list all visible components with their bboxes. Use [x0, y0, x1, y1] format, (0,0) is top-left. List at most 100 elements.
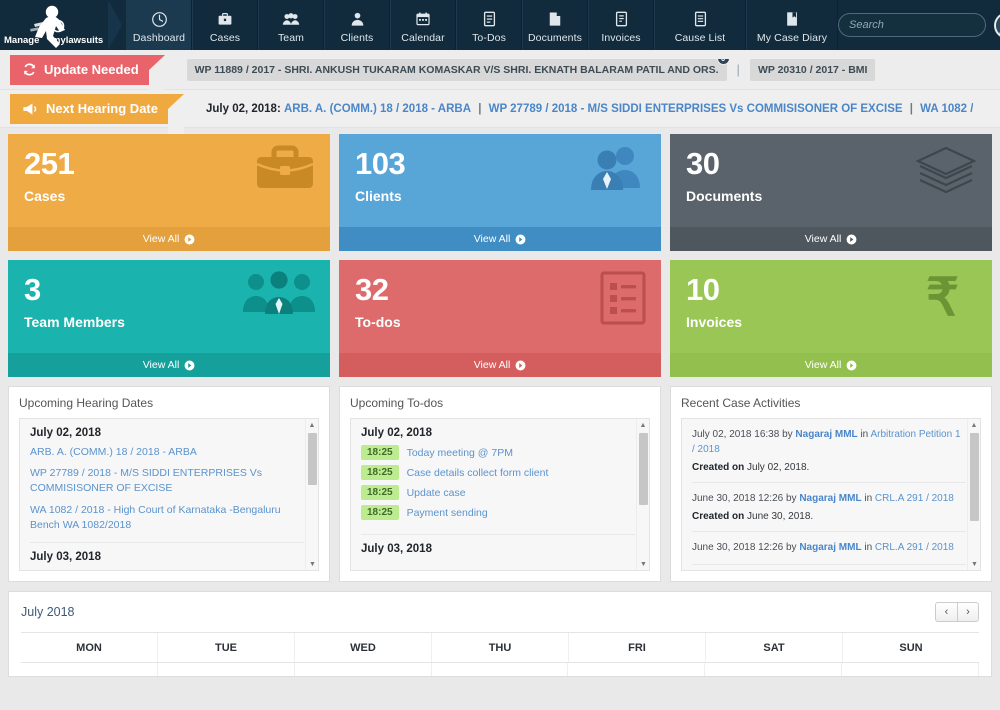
activity-by-label: by	[785, 493, 797, 504]
activity-user[interactable]: Nagaraj MML	[799, 542, 861, 553]
case-chip[interactable]: WP 20310 / 2017 - BMI	[749, 58, 876, 81]
calendar-cell[interactable]	[295, 663, 432, 676]
scrollbar-thumb[interactable]	[970, 433, 979, 521]
stat-card-view-all[interactable]: View All	[339, 227, 661, 251]
todo-item[interactable]: 18:25 Today meeting @ 7PM	[361, 445, 635, 460]
next-hearing-case-link[interactable]: WA 1082 /	[920, 103, 973, 115]
panel-scroll-area[interactable]: July 02, 2018 18:25 Today meeting @ 7PM …	[350, 418, 650, 571]
arrow-right-circle-icon	[515, 234, 526, 245]
briefcase-icon	[254, 144, 316, 199]
scroll-down-arrow-icon[interactable]: ▼	[306, 558, 318, 570]
hearing-case-link[interactable]: WP 27789 / 2018 - M/S SIDDI ENTERPRISES …	[30, 466, 304, 496]
nav-item-documents[interactable]: Documents	[522, 0, 588, 50]
app-logo[interactable]: Manage mylawsuits	[0, 0, 122, 50]
case-chip[interactable]: WP 11889 / 2017 - SHRI. ANKUSH TUKARAM K…	[186, 58, 730, 81]
logo-runner-icon: Manage mylawsuits	[4, 5, 103, 48]
stat-card-documents[interactable]: 30 Documents View All	[670, 134, 992, 251]
scroll-up-arrow-icon[interactable]: ▲	[637, 419, 649, 431]
next-hearing-case-link[interactable]: ARB. A. (COMM.) 18 / 2018 - ARBA	[284, 103, 471, 115]
scrollbar-thumb[interactable]	[308, 433, 317, 485]
scrollbar-track[interactable]	[968, 431, 980, 558]
search-box[interactable]	[838, 13, 986, 37]
nav-item-clients[interactable]: Clients	[324, 0, 390, 50]
scroll-down-arrow-icon[interactable]: ▼	[968, 558, 980, 570]
scroll-up-arrow-icon[interactable]: ▲	[968, 419, 980, 431]
vertical-scrollbar[interactable]: ▲ ▼	[636, 419, 649, 570]
calendar-cell[interactable]	[842, 663, 980, 676]
activity-item: June 30, 2018 12:26 by Nagaraj MML in CR…	[692, 483, 966, 532]
calendar-cell[interactable]	[705, 663, 843, 676]
clients-icon	[585, 144, 647, 199]
panel-title: Upcoming To-dos	[350, 396, 444, 410]
panel-scroll-area[interactable]: July 02, 2018 ARB. A. (COMM.) 18 / 2018 …	[19, 418, 319, 571]
todo-item[interactable]: 18:25 Case details collect form client	[361, 465, 635, 480]
search-input[interactable]	[839, 19, 985, 31]
todo-item[interactable]: 18:25 Payment sending	[361, 505, 635, 520]
todo-text[interactable]: Update case	[407, 487, 466, 499]
nav-label: To-Dos	[472, 32, 506, 44]
activity-case-link[interactable]: CRL.A 291 / 2018	[875, 542, 954, 553]
activity-case-link[interactable]: CRL.A 291 / 2018	[875, 493, 954, 504]
top-navigation-bar: Manage mylawsuits Dashboard Cases Team C…	[0, 0, 1000, 58]
calendar-prev-button[interactable]: ‹	[935, 602, 957, 622]
nav-item-cases[interactable]: Cases	[192, 0, 258, 50]
scrollbar-thumb[interactable]	[639, 433, 648, 505]
stat-card-view-all[interactable]: View All	[670, 353, 992, 377]
scrollbar-track[interactable]	[306, 431, 318, 558]
user-avatar[interactable]	[994, 11, 1000, 39]
nav-item-team[interactable]: Team	[258, 0, 324, 50]
calendar-header: July 2018 ‹ ›	[21, 602, 979, 632]
todo-item[interactable]: 18:25 Update case	[361, 485, 635, 500]
scrollbar-track[interactable]	[637, 431, 649, 558]
stat-card-view-all[interactable]: View All	[8, 227, 330, 251]
todo-text[interactable]: Today meeting @ 7PM	[407, 447, 513, 459]
stat-card-clients[interactable]: 103 Clients View All	[339, 134, 661, 251]
calendar-day-header: WED	[295, 633, 432, 662]
scroll-up-arrow-icon[interactable]: ▲	[306, 419, 318, 431]
calendar-cell[interactable]	[158, 663, 295, 676]
nav-label: Clients	[340, 32, 374, 44]
todo-text[interactable]: Case details collect form client	[407, 467, 549, 479]
nav-item-todos[interactable]: To-Dos	[456, 0, 522, 50]
update-needed-flag[interactable]: Update Needed	[10, 54, 165, 115]
activity-created-value: June 30, 2018.	[747, 511, 814, 522]
stat-card-view-all[interactable]: View All	[8, 353, 330, 377]
todo-text[interactable]: Payment sending	[407, 507, 488, 519]
stat-card-view-all[interactable]: View All	[339, 353, 661, 377]
calendar-cell[interactable]	[21, 663, 158, 676]
stat-card-invoices[interactable]: 10 Invoices ₹ View All	[670, 260, 992, 377]
calendar-grid-body[interactable]	[21, 662, 980, 676]
dashboard-panels: Upcoming Hearing Dates July 02, 2018 ARB…	[0, 386, 1000, 582]
vertical-scrollbar[interactable]: ▲ ▼	[967, 419, 980, 570]
view-all-label: View All	[142, 233, 180, 245]
calendar-next-button[interactable]: ›	[957, 602, 979, 622]
arrow-right-circle-icon	[846, 234, 857, 245]
team3-icon	[242, 270, 316, 323]
hearing-separator: |	[478, 102, 482, 115]
scroll-down-arrow-icon[interactable]: ▼	[637, 558, 649, 570]
next-hearing-flag[interactable]: Next Hearing Date	[10, 93, 184, 154]
activity-user[interactable]: Nagaraj MML	[795, 429, 857, 440]
nav-label: Cases	[209, 32, 241, 44]
stat-card-view-all[interactable]: View All	[670, 227, 992, 251]
calendar-cell[interactable]	[568, 663, 706, 676]
calendar-cell[interactable]	[432, 663, 569, 676]
nav-item-dashboard[interactable]: Dashboard	[126, 0, 192, 58]
hearing-case-link[interactable]: ARB. A. (COMM.) 18 / 2018 - ARBA	[30, 445, 304, 460]
stat-card-todos[interactable]: 32 To-dos View All	[339, 260, 661, 377]
stat-card-cases[interactable]: 251 Cases View All	[8, 134, 330, 251]
hearing-case-link[interactable]: WA 1082 / 2018 - High Court of Karnataka…	[30, 503, 304, 533]
nav-item-calendar[interactable]: Calendar	[390, 0, 456, 50]
nav-item-my-case-diary[interactable]: My Case Diary	[746, 0, 838, 50]
activity-item: July 02, 2018 16:38 by Nagaraj MML in Ar…	[692, 419, 966, 483]
stat-card-body: 3 Team Members	[8, 260, 330, 353]
panel-scroll-area[interactable]: July 02, 2018 16:38 by Nagaraj MML in Ar…	[681, 418, 981, 571]
vertical-scrollbar[interactable]: ▲ ▼	[305, 419, 318, 570]
stat-card-team-members[interactable]: 3 Team Members View All	[8, 260, 330, 377]
activity-user[interactable]: Nagaraj MML	[799, 493, 861, 504]
arrow-right-circle-icon	[846, 360, 857, 371]
next-hearing-case-link[interactable]: WP 27789 / 2018 - M/S SIDDI ENTERPRISES …	[489, 103, 903, 115]
nav-item-cause-list[interactable]: Cause List	[654, 0, 746, 50]
activity-list: July 02, 2018 16:38 by Nagaraj MML in Ar…	[682, 419, 980, 570]
nav-item-invoices[interactable]: Invoices	[588, 0, 654, 50]
